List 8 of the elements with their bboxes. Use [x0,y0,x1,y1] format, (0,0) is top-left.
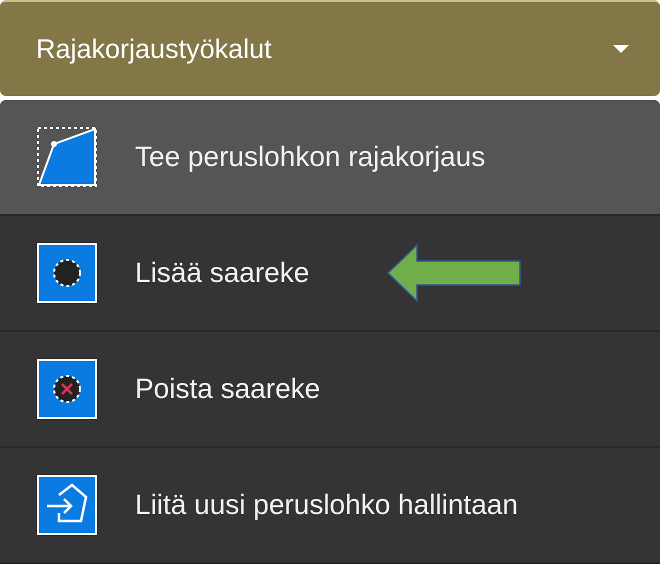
menu-item-label: Poista saareke [135,373,320,405]
menu-item-label: Tee peruslohkon rajakorjaus [135,141,486,173]
dropdown-button[interactable]: Rajakorjaustyökalut [0,0,660,96]
boundary-edit-icon [37,127,97,187]
menu-item-label: Lisää saareke [135,257,310,289]
caret-icon [612,44,630,54]
menu-item-label: Liitä uusi peruslohko hallintaan [135,489,518,521]
menu-item[interactable]: Tee peruslohkon rajakorjaus [0,100,660,216]
